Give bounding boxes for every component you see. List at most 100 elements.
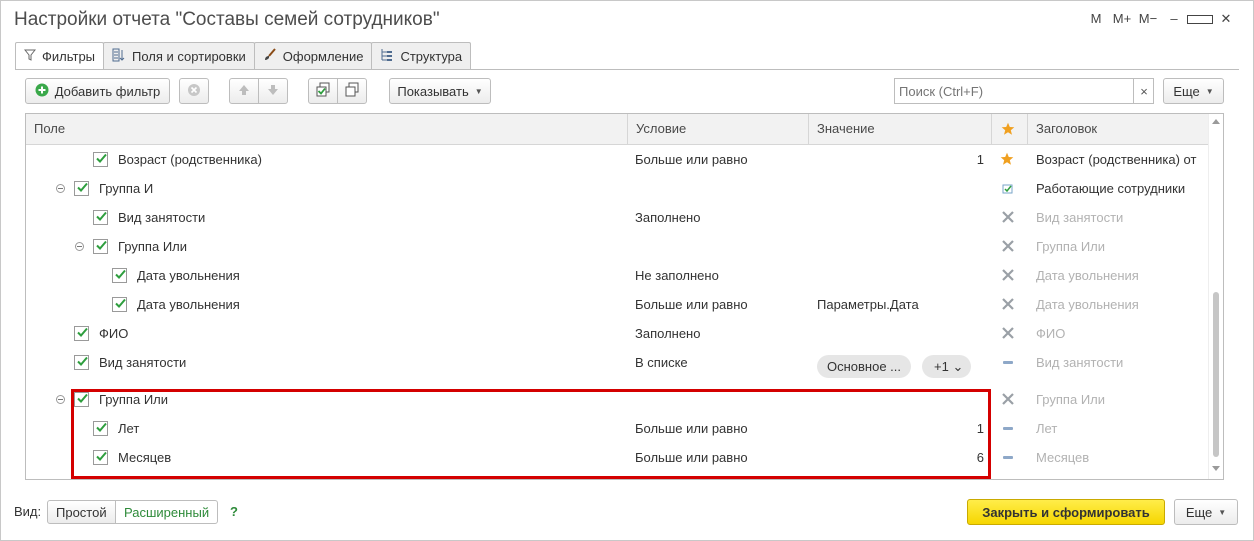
- close-and-run-button[interactable]: Закрыть и сформировать: [967, 499, 1165, 525]
- value-tag[interactable]: Основное ...: [817, 355, 912, 378]
- chevron-down-icon: ▼: [474, 86, 483, 96]
- chevron-down-icon: ▼: [1218, 507, 1227, 517]
- view-simple-button[interactable]: Простой: [47, 500, 116, 524]
- x-icon: [1002, 327, 1014, 339]
- add-filter-button[interactable]: Добавить фильтр: [25, 78, 170, 104]
- column-header-favorite[interactable]: [992, 114, 1028, 145]
- more-values-tag[interactable]: +1 ⌄: [922, 355, 972, 378]
- row-checkbox[interactable]: [112, 268, 127, 283]
- row-field: Группа Или: [118, 239, 188, 254]
- tab-label: Оформление: [282, 48, 364, 64]
- check-all-button[interactable]: [308, 78, 338, 104]
- dash-icon: [1003, 456, 1013, 459]
- search-clear-button[interactable]: ×: [1133, 78, 1154, 104]
- fields-sort-icon: [112, 48, 126, 65]
- row-checkbox[interactable]: [93, 210, 108, 225]
- structure-icon: [380, 48, 394, 65]
- memory-button[interactable]: M: [1083, 11, 1109, 27]
- row-condition: В списке: [635, 355, 688, 370]
- tab-structure[interactable]: Структура: [371, 42, 472, 69]
- tab-divider: [15, 69, 1239, 70]
- row-checkbox[interactable]: [112, 297, 127, 312]
- row-field: Группа И: [99, 181, 154, 196]
- more-label: Еще: [1173, 83, 1200, 99]
- arrow-up-icon: [237, 83, 251, 100]
- column-header-field[interactable]: Поле: [26, 114, 628, 145]
- bottom-more-button[interactable]: Еще ▼: [1174, 499, 1238, 525]
- column-header-value[interactable]: Значение: [809, 114, 992, 145]
- show-dropdown-button[interactable]: Показывать ▼: [389, 78, 491, 104]
- row-title: Лет: [1036, 421, 1058, 436]
- x-icon: [1002, 211, 1014, 223]
- table-row[interactable]: Дата увольнения Больше или равно Парамет…: [26, 290, 1209, 319]
- scroll-thumb[interactable]: [1213, 292, 1219, 457]
- plus-circle-icon: [35, 83, 49, 100]
- chevron-down-icon: ⌄: [952, 359, 964, 374]
- row-checkbox[interactable]: [93, 152, 108, 167]
- x-icon: [1002, 269, 1014, 281]
- collapse-icon[interactable]: [75, 242, 84, 251]
- move-up-button[interactable]: [229, 78, 259, 104]
- row-value[interactable]: 1: [809, 145, 984, 174]
- filter-icon: [23, 49, 37, 64]
- memory-minus-button[interactable]: M−: [1135, 11, 1161, 27]
- row-field: Возраст (родственника): [118, 152, 262, 167]
- delete-icon: [187, 83, 201, 100]
- x-icon: [1002, 298, 1014, 310]
- window-title: Настройки отчета "Составы семей сотрудни…: [14, 9, 440, 30]
- row-title: ФИО: [1036, 326, 1066, 341]
- tab-appearance[interactable]: Оформление: [253, 42, 373, 69]
- table-row[interactable]: Группа И Работающие сотрудники: [26, 174, 1209, 203]
- column-header-condition[interactable]: Условие: [628, 114, 809, 145]
- star-icon: [1001, 122, 1015, 135]
- row-checkbox[interactable]: [93, 239, 108, 254]
- x-icon: [1002, 393, 1014, 405]
- view-extended-button[interactable]: Расширенный: [115, 500, 219, 524]
- bottom-bar: Вид: Простой Расширенный ? Закрыть и сфо…: [14, 499, 1239, 525]
- move-down-button[interactable]: [258, 78, 288, 104]
- row-value[interactable]: Параметры.Дата: [817, 290, 919, 319]
- minimize-button[interactable]: –: [1161, 11, 1187, 27]
- row-checkbox[interactable]: [74, 326, 89, 341]
- chevron-down-icon: ▼: [1205, 86, 1214, 96]
- search-input[interactable]: [894, 78, 1154, 104]
- window-controls: M M+ M− – ✕: [1083, 11, 1239, 27]
- table-row[interactable]: ФИО Заполнено ФИО: [26, 319, 1209, 348]
- tab-filters[interactable]: Фильтры: [15, 42, 105, 70]
- row-condition: Больше или равно: [635, 152, 748, 167]
- check-all-icon: [315, 82, 331, 101]
- collapse-icon[interactable]: [56, 395, 65, 404]
- collapse-icon[interactable]: [56, 184, 65, 193]
- brush-icon: [263, 47, 277, 65]
- help-link[interactable]: ?: [230, 504, 238, 519]
- row-condition: Заполнено: [635, 210, 701, 225]
- table-row[interactable]: Вид занятости Заполнено Вид занятости: [26, 203, 1209, 232]
- more-button[interactable]: Еще ▼: [1163, 78, 1224, 104]
- table-row[interactable]: Группа Или Группа Или: [26, 232, 1209, 261]
- tab-fields-sort[interactable]: Поля и сортировки: [103, 42, 255, 69]
- close-and-run-label: Закрыть и сформировать: [982, 504, 1150, 520]
- table-header: Поле Условие Значение Заголовок: [26, 114, 1209, 145]
- row-field: Дата увольнения: [137, 297, 240, 312]
- column-header-title[interactable]: Заголовок: [1028, 114, 1209, 145]
- vertical-scrollbar[interactable]: [1208, 114, 1223, 479]
- table-row[interactable]: Дата увольнения Не заполнено Дата увольн…: [26, 261, 1209, 290]
- uncheck-all-button[interactable]: [337, 78, 367, 104]
- table-row[interactable]: Возраст (родственника) Больше или равно …: [26, 145, 1209, 174]
- maximize-button[interactable]: [1187, 11, 1213, 27]
- bottom-more-label: Еще: [1185, 504, 1213, 520]
- close-window-button[interactable]: ✕: [1213, 11, 1239, 27]
- row-field: Вид занятости: [99, 355, 187, 370]
- row-title: Дата увольнения: [1036, 297, 1139, 312]
- dash-icon: [1003, 361, 1013, 364]
- tab-label: Структура: [400, 48, 463, 64]
- memory-plus-button[interactable]: M+: [1109, 11, 1135, 27]
- delete-button[interactable]: [179, 78, 209, 104]
- filters-toolbar: Добавить фильтр Показывать ▼ Поиск (Ctrl…: [25, 78, 1229, 104]
- scroll-up-icon[interactable]: [1212, 119, 1220, 124]
- row-title: Вид занятости: [1036, 355, 1124, 370]
- row-checkbox[interactable]: [74, 181, 89, 196]
- row-checkbox[interactable]: [74, 355, 89, 370]
- scroll-down-icon[interactable]: [1212, 466, 1220, 471]
- table-row[interactable]: Вид занятости В списке Основное ... +1 ⌄…: [26, 348, 1209, 381]
